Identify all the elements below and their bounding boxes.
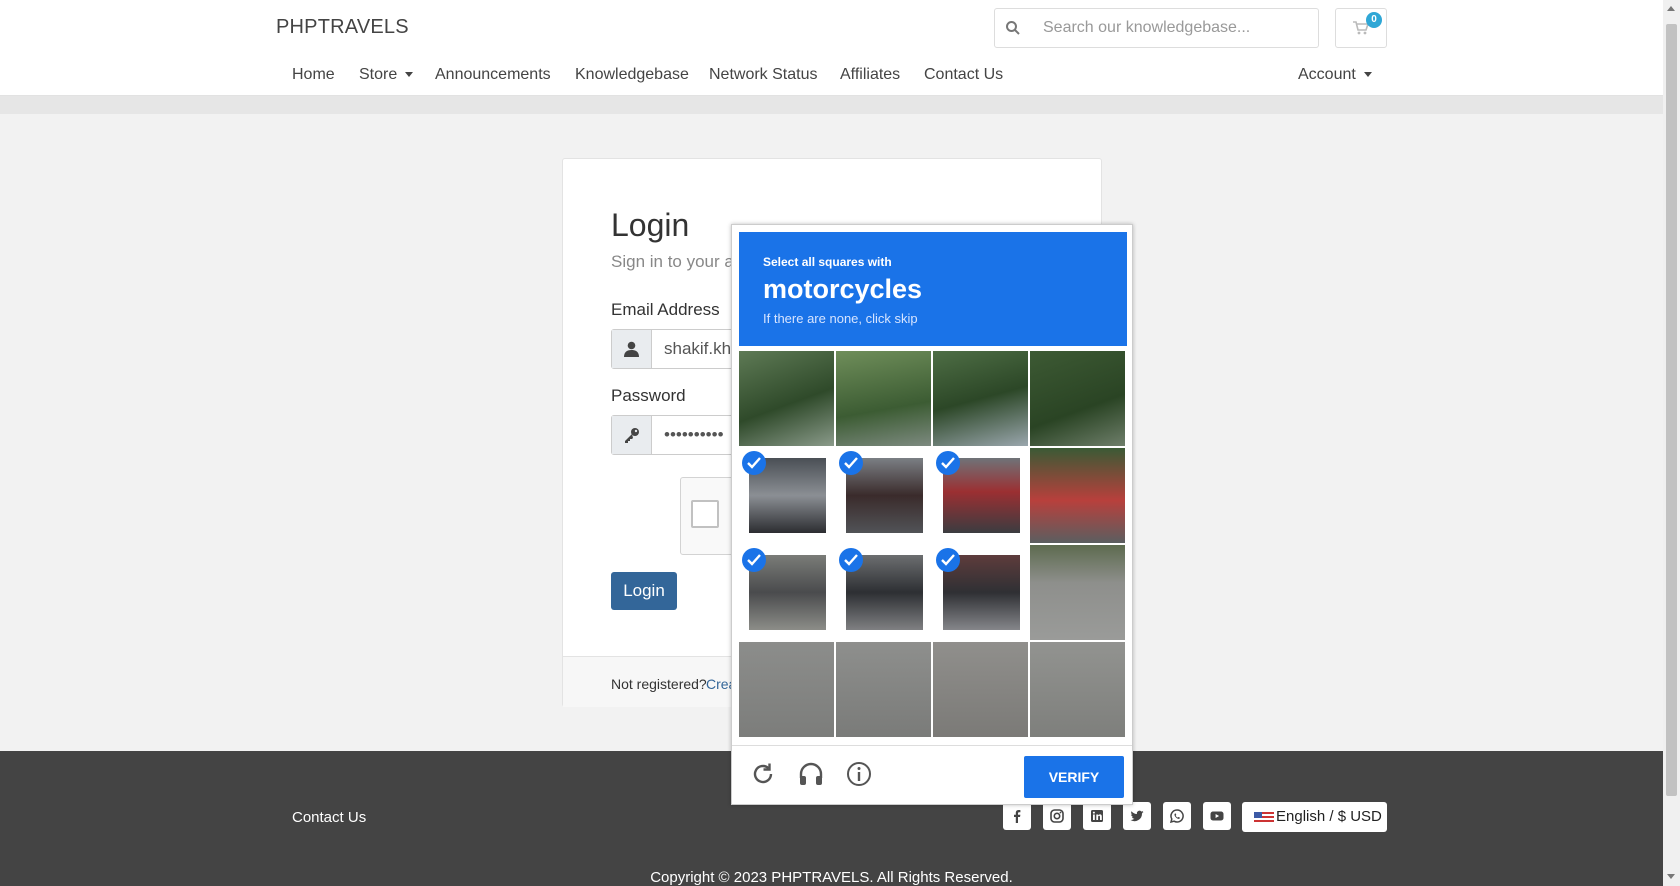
captcha-tile[interactable] [933,351,1028,446]
facebook-glyph [1014,810,1021,823]
captcha-image-grid [739,351,1127,739]
email-value: shakif.kh [664,339,732,358]
nav-account[interactable]: Account [1298,66,1372,84]
checkmark-icon [936,451,960,475]
captcha-tile-image [836,642,931,737]
search-input[interactable]: Search our knowledgebase... [1043,19,1250,37]
chevron-down-icon [405,72,414,78]
youtube-glyph [1210,811,1224,821]
verify-button[interactable]: VERIFY [1024,756,1124,798]
captcha-toolbar: VERIFY [732,745,1132,804]
instagram-glyph [1050,809,1064,823]
password-label: Password [611,386,686,405]
captcha-tile[interactable] [739,351,834,446]
nav-knowledgebase[interactable]: Knowledgebase [575,66,689,84]
cart-button[interactable]: 0 [1335,8,1387,48]
checkmark-icon [742,451,766,475]
headphones-icon[interactable] [798,761,824,787]
not-registered-text: Not registered? [611,676,707,692]
whatsapp-icon[interactable] [1163,802,1191,830]
instagram-icon[interactable] [1043,802,1071,830]
captcha-tile-image [1030,642,1125,737]
password-value: •••••••••• [664,425,724,444]
facebook-icon[interactable] [1003,802,1031,830]
captcha-challenge-popup: Select all squares with motorcycles If t… [731,224,1133,805]
linkedin-glyph [1091,810,1103,822]
user-icon [624,341,639,357]
checkmark-icon [839,548,863,572]
captcha-tile[interactable] [933,642,1028,737]
nav-network-status[interactable]: Network Status [709,66,817,84]
captcha-tile[interactable] [836,545,931,640]
captcha-instructions: Select all squares with motorcycles If t… [739,232,1127,346]
captcha-tile[interactable] [1030,448,1125,543]
captcha-tile[interactable] [836,448,931,543]
search-box[interactable]: Search our knowledgebase... [994,8,1319,48]
login-button[interactable]: Login [611,572,677,610]
whatsapp-glyph [1170,809,1184,823]
nav-announcements[interactable]: Announcements [435,66,551,84]
captcha-tile[interactable] [933,448,1028,543]
captcha-instruction-line: Select all squares with [763,255,892,269]
captcha-keyword: motorcycles [763,274,923,304]
chevron-down-icon [1363,72,1372,78]
twitter-icon[interactable] [1123,802,1151,830]
language-label: English / $ USD [1276,808,1382,825]
site-header: PHPTRAVELS Search our knowledgebase... 0… [0,0,1663,96]
captcha-tile-image [1030,545,1125,640]
brand-logo[interactable]: PHPTRAVELS [276,16,409,39]
captcha-tile[interactable] [739,642,834,737]
captcha-tile[interactable] [1030,351,1125,446]
captcha-tile[interactable] [739,545,834,640]
recaptcha-checkbox[interactable] [691,500,719,528]
linkedin-icon[interactable] [1083,802,1111,830]
key-icon [625,428,639,443]
captcha-tile[interactable] [836,642,931,737]
captcha-tile-image [933,642,1028,737]
nav-contact-us[interactable]: Contact Us [924,66,1003,84]
nav-account-label: Account [1298,66,1356,83]
scroll-down-arrow-icon[interactable] [1667,874,1675,879]
search-icon [1006,21,1020,35]
youtube-icon[interactable] [1203,802,1231,830]
captcha-tile-image [836,351,931,446]
login-subtitle: Sign in to your a [611,252,734,271]
checkmark-icon [742,548,766,572]
nav-store-label: Store [359,66,398,83]
checkmark-icon [839,451,863,475]
captcha-tile[interactable] [1030,545,1125,640]
page-scrollbar[interactable] [1663,0,1680,886]
captcha-tile[interactable] [836,351,931,446]
footer-contact-link[interactable]: Contact Us [292,809,366,826]
reload-icon[interactable] [750,761,776,787]
language-currency-button[interactable]: English / $ USD [1242,802,1387,832]
nav-affiliates[interactable]: Affiliates [840,66,900,84]
twitter-glyph [1130,810,1144,822]
scroll-up-arrow-icon[interactable] [1667,6,1675,11]
email-addon [612,330,652,368]
header-strip [0,96,1663,114]
email-label: Email Address [611,300,720,319]
scrollbar-thumb[interactable] [1666,24,1677,796]
captcha-tile-image [1030,448,1125,543]
captcha-tile[interactable] [933,545,1028,640]
copyright-text: Copyright © 2023 PHPTRAVELS. All Rights … [650,869,1013,886]
captcha-tile[interactable] [739,448,834,543]
captcha-tile-image [1030,351,1125,446]
nav-home[interactable]: Home [292,66,335,84]
info-icon[interactable] [846,761,872,787]
captcha-tile-image [933,351,1028,446]
captcha-tile[interactable] [1030,642,1125,737]
password-addon [612,416,652,454]
nav-store[interactable]: Store [359,66,414,84]
cart-count-badge: 0 [1366,12,1382,28]
page-title: Login [611,207,690,243]
checkmark-icon [936,548,960,572]
captcha-tile-image [739,351,834,446]
us-flag-icon [1254,812,1274,824]
captcha-tile-image [739,642,834,737]
captcha-skip-hint: If there are none, click skip [763,311,918,326]
